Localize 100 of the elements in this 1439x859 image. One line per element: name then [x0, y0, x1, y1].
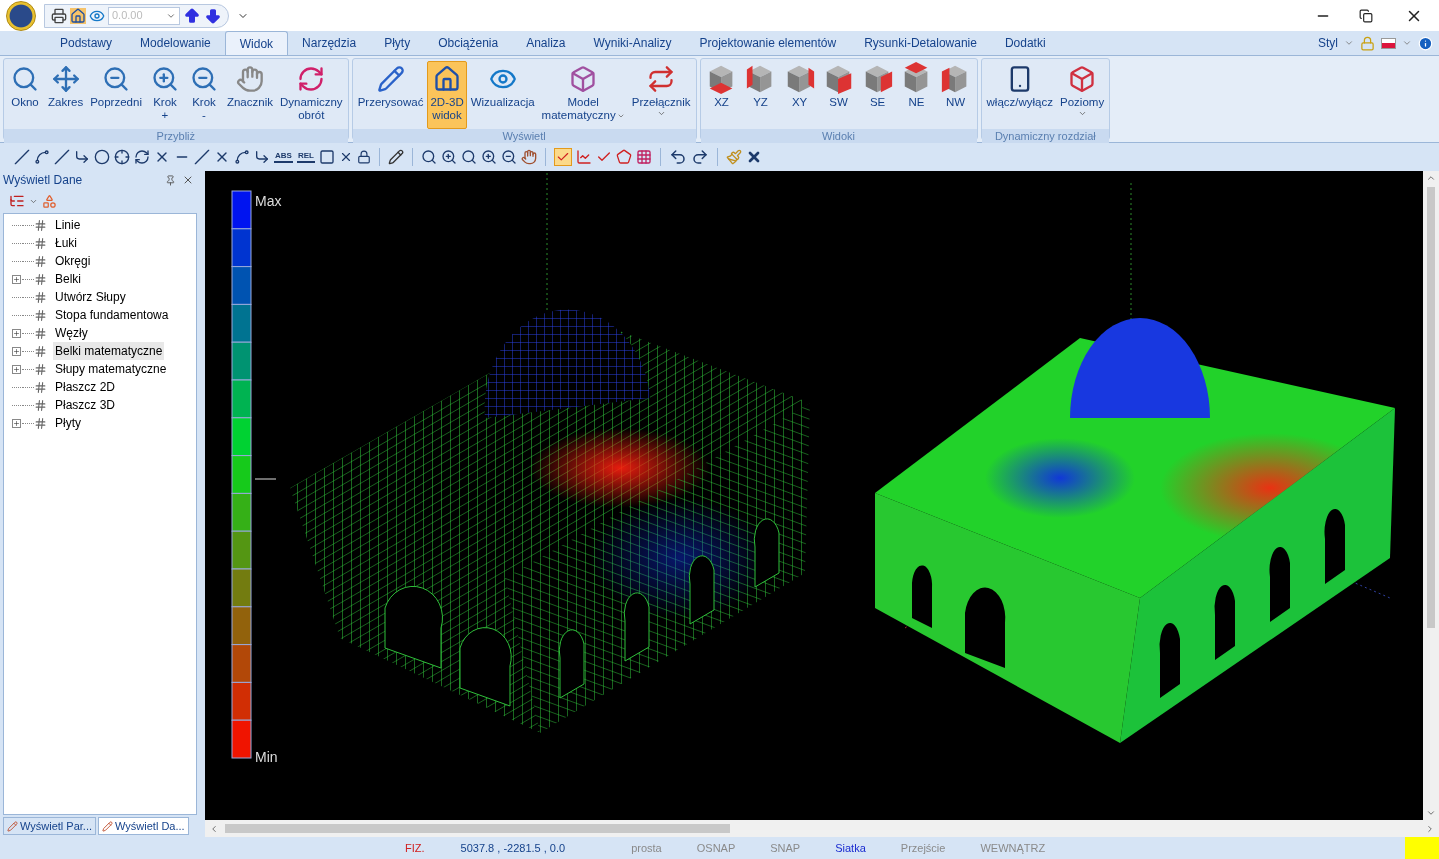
ribbon-button[interactable]: Zakres: [45, 61, 87, 129]
scroll-right-icon[interactable]: [1425, 823, 1435, 834]
node-icon[interactable]: [114, 149, 130, 165]
ribbon-tab[interactable]: Wyniki-Analizy: [579, 31, 686, 55]
expand-icon[interactable]: [11, 328, 21, 338]
ribbon-button[interactable]: Przełącznik: [628, 61, 694, 129]
ribbon-button[interactable]: Wizualizacja: [467, 61, 538, 129]
restore-icon[interactable]: [1359, 8, 1373, 23]
flag-icon[interactable]: [1381, 37, 1396, 49]
tree-item[interactable]: Utwórz Słupy: [53, 288, 128, 306]
tree-item[interactable]: Belki matematyczne: [53, 342, 165, 360]
ribbon-button[interactable]: Model matematyczny: [538, 61, 628, 129]
tree-item[interactable]: Okręgi: [53, 252, 93, 270]
scroll-left-icon[interactable]: [209, 823, 219, 834]
tree-item-icon: [34, 362, 47, 376]
ribbon-button[interactable]: SE: [858, 61, 897, 129]
status-item: WEWNĄTRZ: [980, 840, 1046, 856]
print-icon[interactable]: [51, 7, 67, 24]
ribbon-tab[interactable]: Dodatki: [990, 31, 1060, 55]
line-icon[interactable]: [14, 149, 30, 165]
zoom-previous-icon[interactable]: [460, 149, 477, 165]
tree-item[interactable]: Łuki: [53, 234, 79, 252]
ribbon-button[interactable]: 2D-3D widok: [427, 61, 467, 129]
tree-item[interactable]: Słupy matematyczne: [53, 360, 169, 378]
ribbon-button[interactable]: Krok -: [184, 61, 223, 129]
ribbon-tab[interactable]: Modelowanie: [126, 31, 225, 55]
house-icon[interactable]: [70, 7, 86, 24]
style-menu[interactable]: Styl: [1318, 34, 1338, 52]
tree-item[interactable]: Węzły: [53, 324, 90, 342]
arrow-up-icon[interactable]: [183, 6, 201, 25]
grid-icon[interactable]: [635, 149, 652, 165]
ribbon-button[interactable]: Znacznik: [223, 61, 276, 129]
ribbon-button[interactable]: Okno: [6, 61, 44, 129]
scroll-down-icon[interactable]: [1426, 808, 1436, 818]
horizontal-scrollbar[interactable]: [205, 820, 1439, 837]
zoom-extent-icon[interactable]: [440, 149, 457, 165]
ribbon-button[interactable]: YZ: [741, 61, 780, 129]
check-icon: [555, 150, 570, 164]
expand-icon[interactable]: [11, 364, 21, 374]
app-orb-icon[interactable]: [6, 0, 36, 31]
ribbon-tab[interactable]: Projektowanie elementów: [685, 31, 851, 55]
tool-button[interactable]: REL: [296, 151, 315, 163]
expand-icon[interactable]: [11, 274, 21, 284]
tree-item-icon: [34, 218, 47, 232]
line-point-icon[interactable]: [54, 149, 70, 165]
info-icon[interactable]: [1418, 35, 1433, 51]
arrow-down-icon[interactable]: [204, 6, 222, 25]
ribbon-tab[interactable]: Widok: [224, 31, 289, 55]
ribbon-button[interactable]: włącz/wyłącz: [983, 61, 1057, 129]
ribbon-button[interactable]: Poprzedni: [87, 61, 145, 129]
zoom-in-icon[interactable]: [480, 149, 497, 165]
ribbon-button[interactable]: NW: [936, 61, 975, 129]
ribbon-tab[interactable]: Podstawy: [46, 31, 127, 55]
ribbon-button[interactable]: SW: [819, 61, 858, 129]
zoom-window-icon[interactable]: [420, 149, 437, 165]
chart-icon[interactable]: [575, 149, 592, 165]
panel-tab[interactable]: Wyświetl Par...: [3, 817, 97, 835]
ribbon-button[interactable]: NE: [897, 61, 936, 129]
tree-item[interactable]: Płyty: [53, 414, 83, 432]
corner-icon[interactable]: [254, 149, 270, 165]
status-item: SNAP: [770, 840, 801, 856]
ribbon-tab[interactable]: Analiza: [512, 31, 580, 55]
tree-item[interactable]: Płaszcz 3D: [53, 396, 118, 414]
tree-item[interactable]: Belki: [53, 270, 83, 288]
scroll-up-icon[interactable]: [1426, 173, 1436, 183]
tool-button[interactable]: ABS: [274, 151, 293, 163]
expand-icon[interactable]: [11, 418, 21, 428]
check-tool-button[interactable]: [553, 148, 572, 166]
shapes-icon[interactable]: [42, 193, 57, 209]
ribbon-button[interactable]: Przerysować: [354, 61, 427, 129]
vertical-scrollbar[interactable]: [1423, 171, 1439, 820]
hand-icon[interactable]: [520, 149, 537, 165]
tree-item[interactable]: Stopa fundamentowa: [53, 306, 171, 324]
ribbon-tab[interactable]: Obciążenia: [424, 31, 513, 55]
ribbon-button[interactable]: Dynamiczny obrót: [277, 61, 346, 129]
ribbon-button[interactable]: XY: [780, 61, 819, 129]
house-icon: [433, 65, 462, 93]
expand-icon[interactable]: [11, 346, 21, 356]
circle-icon[interactable]: [94, 149, 110, 165]
zoom-out-icon[interactable]: [500, 149, 517, 165]
pin-icon[interactable]: [165, 174, 176, 186]
pentagon-icon[interactable]: [615, 149, 632, 165]
lock-icon[interactable]: [356, 150, 371, 164]
3d-viewport[interactable]: Max Min: [205, 171, 1423, 820]
tree-item[interactable]: Płaszcz 2D: [53, 378, 118, 396]
ribbon-tab[interactable]: Rysunki-Detalowanie: [850, 31, 991, 55]
ribbon-tab[interactable]: Narzędzia: [288, 31, 371, 55]
undo-icon[interactable]: [668, 148, 687, 166]
panel-tab[interactable]: Wyświetl Da...: [98, 817, 189, 835]
window-zoom-icon: [11, 65, 39, 93]
redo-icon[interactable]: [690, 148, 709, 166]
status-item: 5037.8 , -2281.5 , 0.0: [460, 840, 566, 856]
polyline-icon[interactable]: [34, 149, 50, 165]
ribbon-tab[interactable]: Płyty: [370, 31, 425, 55]
ribbon-button[interactable]: Poziomy: [1057, 61, 1108, 129]
ribbon-button[interactable]: Krok +: [145, 61, 184, 129]
tree-item[interactable]: Linie: [53, 216, 83, 234]
ribbon-button[interactable]: XZ: [702, 61, 741, 129]
tree-item-icon: [34, 344, 47, 358]
pencil-icon[interactable]: [387, 149, 404, 165]
